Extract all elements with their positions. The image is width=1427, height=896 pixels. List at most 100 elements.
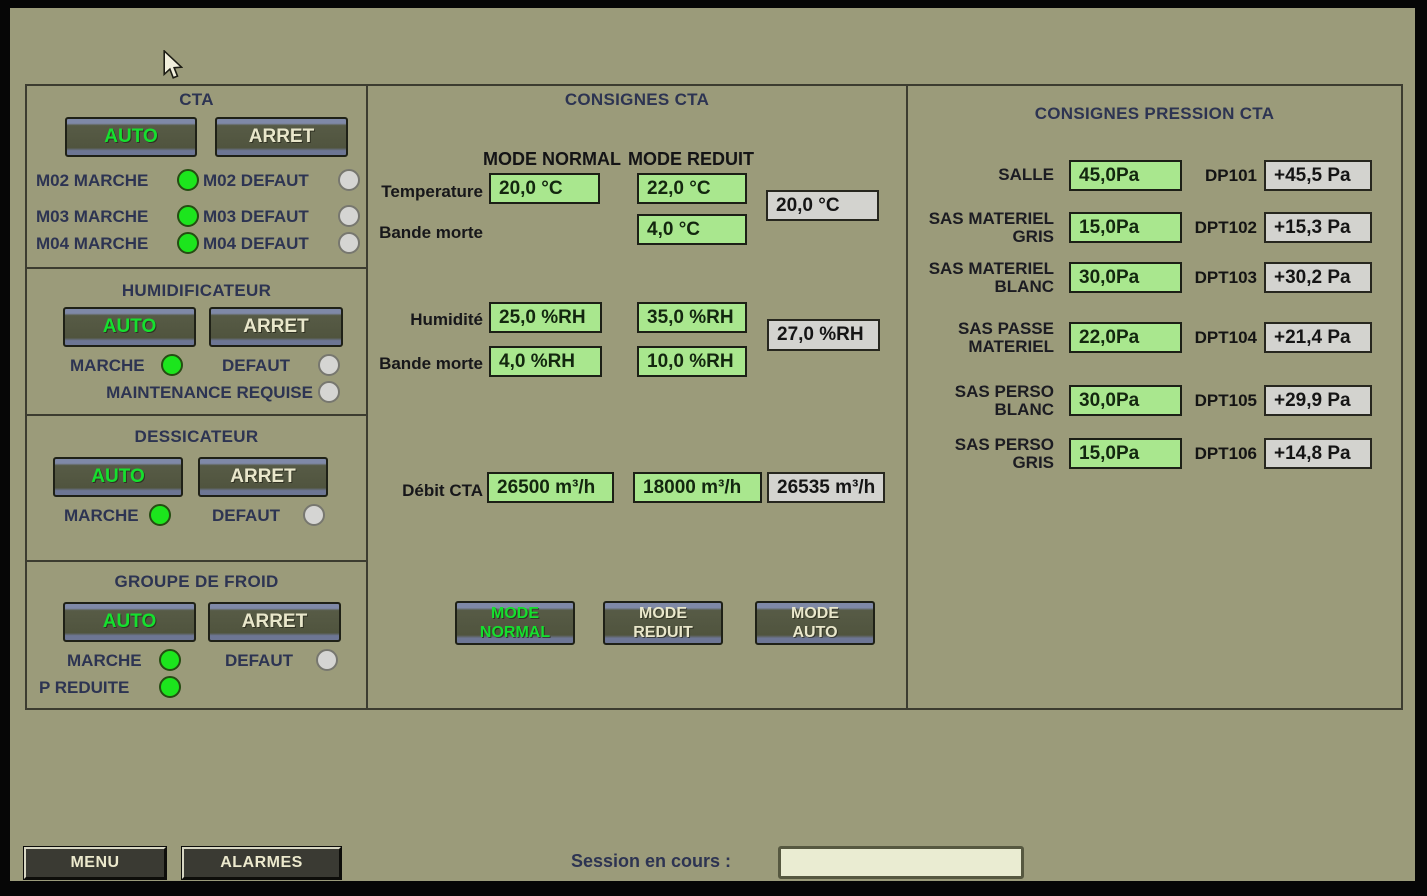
mode-auto-button-line2: AUTO	[792, 623, 837, 642]
temperature-label: Temperature	[366, 181, 483, 203]
groupe-froid-p-reduite-label: P REDUITE	[39, 677, 129, 699]
salle-label-line1: SALLE	[906, 166, 1054, 184]
sas-perso-gris-setpoint[interactable]: 15,0Pa	[1069, 438, 1182, 469]
dpt102-label: DPT102	[1177, 217, 1257, 239]
cta-m04-marche-label: M04 MARCHE	[36, 233, 148, 255]
humidificateur-maintenance-label: MAINTENANCE REQUISE	[61, 382, 313, 404]
mode-reduit-column-header: MODE REDUIT	[628, 149, 754, 170]
groupe-froid-auto-button[interactable]: AUTO	[63, 602, 196, 642]
humidificateur-marche-led	[161, 354, 183, 376]
dessicateur-marche-label: MARCHE	[64, 505, 139, 527]
salle-label: SALLE	[906, 166, 1054, 184]
mode-reduit-button-line2: REDUIT	[633, 623, 693, 642]
humidificateur-defaut-led	[318, 354, 340, 376]
dpt106-value: +14,8 Pa	[1264, 438, 1372, 469]
dpt104-label: DPT104	[1177, 327, 1257, 349]
dessicateur-defaut-label: DEFAUT	[212, 505, 280, 527]
cta-m04-defaut-label: M04 DEFAUT	[203, 233, 309, 255]
cta-arret-button[interactable]: ARRET	[215, 117, 348, 157]
consignes-cta-title: CONSIGNES CTA	[366, 90, 908, 110]
sas-perso-gris-label-line2: GRIS	[906, 454, 1054, 472]
humidite-label: Humidité	[366, 309, 483, 331]
sas-perso-gris-label: SAS PERSOGRIS	[906, 436, 1054, 472]
groupe-froid-marche-label: MARCHE	[67, 650, 142, 672]
temperature-actual-value: 20,0 °C	[766, 190, 879, 221]
session-input[interactable]	[778, 846, 1024, 879]
mode-normal-button-line2: NORMAL	[480, 623, 550, 642]
menu-button[interactable]: MENU	[24, 847, 166, 879]
cta-m04-defaut-led	[338, 232, 360, 254]
sas-perso-blanc-label-line1: SAS PERSO	[906, 383, 1054, 401]
mode-reduit-button[interactable]: MODE REDUIT	[603, 601, 723, 645]
cta-m02-marche-led	[177, 169, 199, 191]
mode-reduit-button-line1: MODE	[639, 604, 687, 623]
mode-normal-column-header: MODE NORMAL	[483, 149, 621, 170]
sas-materiel-gris-label: SAS MATERIELGRIS	[906, 210, 1054, 246]
sas-passe-materiel-label-line2: MATERIEL	[906, 338, 1054, 356]
dpt102-value: +15,3 Pa	[1264, 212, 1372, 243]
sas-perso-blanc-setpoint[interactable]: 30,0Pa	[1069, 385, 1182, 416]
sas-materiel-gris-label-line1: SAS MATERIEL	[906, 210, 1054, 228]
cta-m03-defaut-led	[338, 205, 360, 227]
sas-perso-blanc-label-line2: BLANC	[906, 401, 1054, 419]
sas-materiel-gris-label-line2: GRIS	[906, 228, 1054, 246]
dessicateur-auto-button[interactable]: AUTO	[53, 457, 183, 497]
mode-auto-button[interactable]: MODE AUTO	[755, 601, 875, 645]
sas-materiel-blanc-label-line2: BLANC	[906, 278, 1054, 296]
humidite-normal-setpoint[interactable]: 25,0 %RH	[489, 302, 602, 333]
humidificateur-arret-button[interactable]: ARRET	[209, 307, 343, 347]
humidite-reduit-setpoint[interactable]: 35,0 %RH	[637, 302, 747, 333]
groupe-froid-arret-button[interactable]: ARRET	[208, 602, 341, 642]
sas-perso-blanc-label: SAS PERSOBLANC	[906, 383, 1054, 419]
cta-m03-marche-label: M03 MARCHE	[36, 206, 148, 228]
hmi-screen: CTA AUTO ARRET M02 MARCHE M02 DEFAUT M03…	[0, 0, 1427, 896]
debit-reduit-setpoint[interactable]: 18000 m³/h	[633, 472, 762, 503]
temperature-normal-setpoint[interactable]: 20,0 °C	[489, 173, 600, 204]
dpt103-value: +30,2 Pa	[1264, 262, 1372, 293]
groupe-froid-marche-led	[159, 649, 181, 671]
dessicateur-arret-button[interactable]: ARRET	[198, 457, 328, 497]
mode-auto-button-line1: MODE	[791, 604, 839, 623]
groupe-froid-title: GROUPE DE FROID	[25, 572, 368, 592]
dp101-value: +45,5 Pa	[1264, 160, 1372, 191]
dp101-label: DP101	[1177, 165, 1257, 187]
sas-materiel-gris-setpoint[interactable]: 15,0Pa	[1069, 212, 1182, 243]
bande-morte-hum-reduit-setpoint[interactable]: 10,0 %RH	[637, 346, 747, 377]
alarmes-button[interactable]: ALARMES	[182, 847, 341, 879]
groupe-froid-defaut-led	[316, 649, 338, 671]
mode-normal-button-line1: MODE	[491, 604, 539, 623]
cta-m02-defaut-led	[338, 169, 360, 191]
dpt106-label: DPT106	[1177, 443, 1257, 465]
dpt105-label: DPT105	[1177, 390, 1257, 412]
humidificateur-auto-button[interactable]: AUTO	[63, 307, 196, 347]
bande-morte-temp-reduit-setpoint[interactable]: 4,0 °C	[637, 214, 747, 245]
cta-m03-defaut-label: M03 DEFAUT	[203, 206, 309, 228]
mode-normal-button[interactable]: MODE NORMAL	[455, 601, 575, 645]
dpt104-value: +21,4 Pa	[1264, 322, 1372, 353]
sas-materiel-blanc-label: SAS MATERIELBLANC	[906, 260, 1054, 296]
humidificateur-title: HUMIDIFICATEUR	[25, 281, 368, 301]
cta-m02-defaut-label: M02 DEFAUT	[203, 170, 309, 192]
groupe-froid-defaut-label: DEFAUT	[225, 650, 293, 672]
debit-normal-setpoint[interactable]: 26500 m³/h	[487, 472, 614, 503]
dessicateur-title: DESSICATEUR	[25, 427, 368, 447]
sas-passe-materiel-setpoint[interactable]: 22,0Pa	[1069, 322, 1182, 353]
bande-morte-hum-label: Bande morte	[366, 353, 483, 375]
humidite-actual-value: 27,0 %RH	[767, 319, 880, 351]
cta-auto-button[interactable]: AUTO	[65, 117, 197, 157]
dpt105-value: +29,9 Pa	[1264, 385, 1372, 416]
sas-materiel-blanc-setpoint[interactable]: 30,0Pa	[1069, 262, 1182, 293]
sas-passe-materiel-label-line1: SAS PASSE	[906, 320, 1054, 338]
session-label: Session en cours :	[540, 851, 731, 872]
bande-morte-hum-normal-setpoint[interactable]: 4,0 %RH	[489, 346, 602, 377]
groupe-froid-p-reduite-led	[159, 676, 181, 698]
humidificateur-defaut-label: DEFAUT	[222, 355, 290, 377]
cta-m03-marche-led	[177, 205, 199, 227]
humidificateur-marche-label: MARCHE	[70, 355, 145, 377]
consignes-pression-title: CONSIGNES PRESSION CTA	[906, 104, 1403, 124]
cta-title: CTA	[25, 90, 368, 110]
temperature-reduit-setpoint[interactable]: 22,0 °C	[637, 173, 747, 204]
dessicateur-marche-led	[149, 504, 171, 526]
salle-setpoint[interactable]: 45,0Pa	[1069, 160, 1182, 191]
dessicateur-defaut-led	[303, 504, 325, 526]
